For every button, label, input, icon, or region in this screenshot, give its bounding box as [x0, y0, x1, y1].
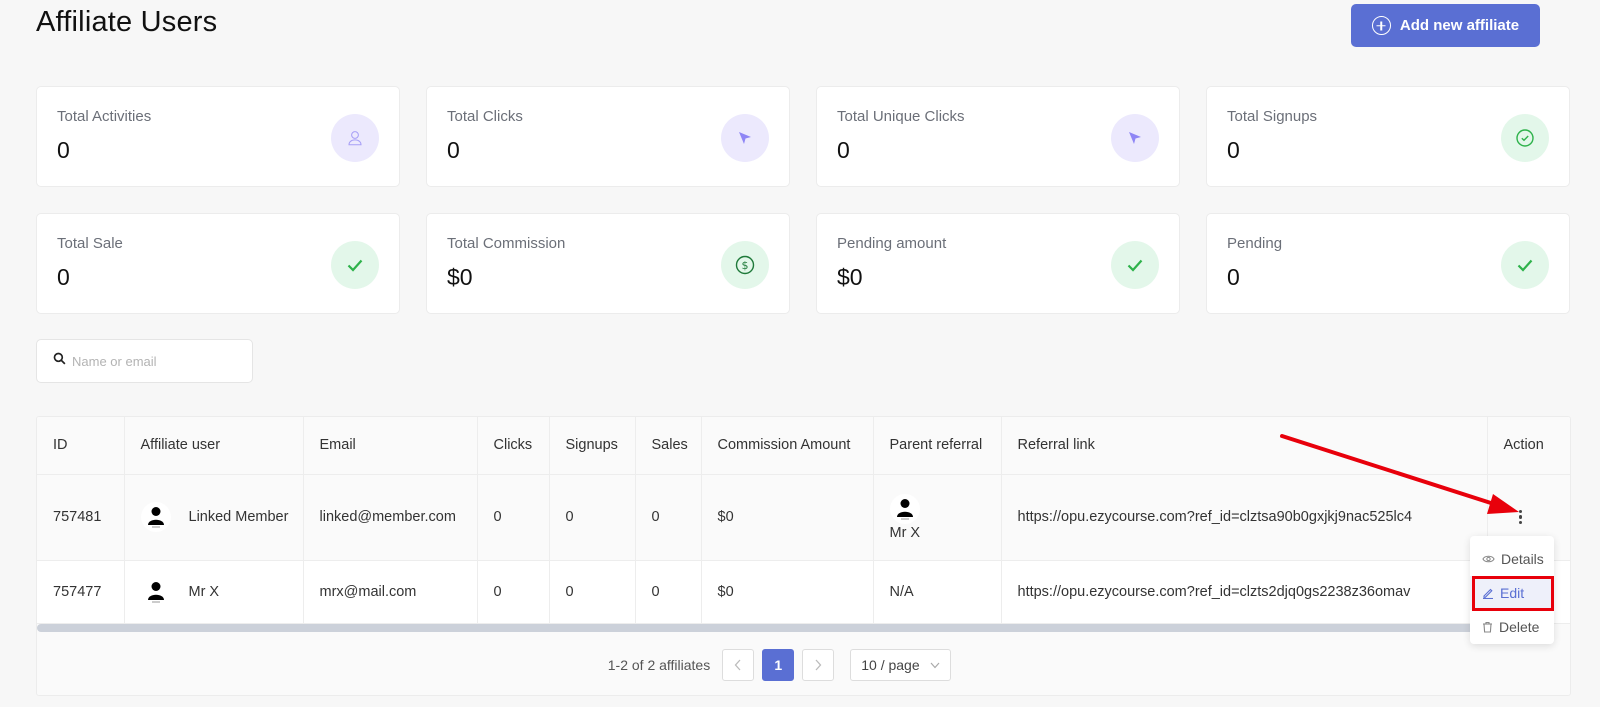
add-new-affiliate-label: Add new affiliate [1399, 17, 1520, 34]
search-input[interactable] [72, 353, 232, 369]
stat-label: Pending amount [837, 235, 947, 252]
next-page-button[interactable] [802, 649, 835, 681]
cell-commission: $0 [701, 474, 874, 561]
menu-item-delete[interactable]: Delete [1470, 610, 1554, 644]
cell-id: 757477 [37, 560, 125, 624]
column-header-signups: Signups [549, 417, 636, 475]
menu-item-label: Delete [1499, 619, 1540, 635]
cell-id: 757481 [37, 474, 125, 561]
pencil-icon [1483, 588, 1493, 599]
menu-item-details[interactable]: Details [1470, 542, 1554, 576]
stat-label: Total Activities [57, 108, 152, 125]
parent-referral-name: Mr X [889, 524, 921, 541]
stat-label: Pending [1227, 235, 1283, 252]
stat-card-pending-amount: Pending amount $0 [816, 213, 1180, 314]
cell-affiliate-user: Mr X [124, 560, 304, 624]
affiliates-table: ID Affiliate user Email Clicks Signups S… [36, 416, 1571, 696]
table-row: 757481 Linked Member linked@member.com 0… [37, 474, 1570, 561]
page-size-select[interactable]: 10 / page [850, 649, 952, 681]
cell-email: mrx@mail.com [303, 560, 478, 624]
pagination-summary: 1-2 of 2 affiliates [607, 657, 711, 673]
search-box[interactable] [36, 339, 253, 383]
stat-value: $0 [837, 264, 863, 290]
page-1-button[interactable]: 1 [762, 649, 795, 681]
stat-label: Total Commission [447, 235, 566, 252]
stat-card-total-activities: Total Activities 0 [36, 86, 400, 187]
column-header-email: Email [303, 417, 478, 475]
affiliate-name: Linked Member [188, 509, 289, 525]
avatar [140, 502, 171, 532]
menu-item-label: Edit [1500, 585, 1525, 601]
stat-card-total-commission: Total Commission $0 $ [426, 213, 790, 314]
table-row: 757477 Mr X mrx@mail.com 0 0 0 $0 N/A ht… [37, 560, 1570, 624]
page-title: Affiliate Users [36, 6, 218, 38]
cell-referral-link: https://opu.ezycourse.com?ref_id=clzts2d… [1001, 560, 1488, 624]
eye-icon [1482, 555, 1495, 563]
stat-value: 0 [57, 264, 70, 290]
stat-card-total-clicks: Total Clicks 0 [426, 86, 790, 187]
stat-label: Total Signups [1227, 108, 1318, 125]
action-dropdown-menu: Details Edit Delete [1470, 536, 1554, 644]
column-header-referral-link: Referral link [1001, 417, 1488, 475]
cell-affiliate-user: Linked Member [124, 474, 304, 561]
stat-label: Total Clicks [447, 108, 523, 125]
svg-text:$: $ [742, 259, 749, 272]
stat-value: 0 [57, 137, 70, 163]
chevron-down-icon [930, 662, 940, 668]
cell-commission: $0 [701, 560, 874, 624]
table-header-row: ID Affiliate user Email Clicks Signups S… [37, 417, 1570, 475]
prev-page-button[interactable] [722, 649, 755, 681]
menu-item-label: Details [1501, 551, 1544, 567]
affiliate-name: Mr X [188, 583, 220, 600]
plus-circle-icon [1371, 16, 1391, 35]
check-icon [1501, 241, 1549, 289]
trash-icon [1483, 621, 1492, 633]
user-icon [331, 114, 379, 162]
column-header-affiliate-user: Affiliate user [124, 417, 304, 475]
stat-value: 0 [1227, 137, 1240, 163]
cell-parent-referral: Mr X [873, 474, 1002, 561]
stat-value: 0 [837, 137, 850, 163]
avatar [889, 493, 920, 524]
menu-item-edit[interactable]: Edit [1470, 576, 1554, 611]
stat-value: 0 [447, 137, 460, 163]
stat-card-pending: Pending 0 [1206, 213, 1570, 314]
stat-value: 0 [1227, 264, 1240, 290]
stat-value: $0 [447, 264, 473, 290]
stat-card-total-sale: Total Sale 0 [36, 213, 400, 314]
cell-referral-link: https://opu.ezycourse.com?ref_id=clztsa9… [1001, 474, 1488, 561]
column-header-id: ID [37, 417, 125, 475]
check-icon [1111, 241, 1159, 289]
column-header-commission-amount: Commission Amount [701, 417, 874, 475]
check-icon [331, 241, 379, 289]
stat-label: Total Sale [57, 235, 123, 252]
cell-signups: 0 [549, 560, 636, 624]
cursor-pointer-icon [721, 114, 769, 162]
cell-sales: 0 [635, 560, 702, 624]
stat-label: Total Unique Clicks [837, 108, 965, 125]
stat-card-total-signups: Total Signups 0 [1206, 86, 1570, 187]
cell-clicks: 0 [477, 560, 550, 624]
column-header-action: Action [1487, 417, 1570, 475]
avatar [140, 576, 171, 607]
column-header-parent-referral: Parent referral [873, 417, 1002, 475]
cell-parent-referral: N/A [873, 560, 1002, 624]
cell-sales: 0 [635, 474, 702, 561]
search-icon [53, 352, 66, 370]
check-circle-icon [1501, 114, 1549, 162]
more-actions-icon[interactable] [1518, 509, 1524, 525]
cell-clicks: 0 [477, 474, 550, 561]
cell-signups: 0 [549, 474, 636, 561]
add-new-affiliate-button[interactable]: Add new affiliate [1351, 4, 1540, 47]
dollar-circle-icon: $ [721, 241, 769, 289]
cell-email: linked@member.com [303, 474, 478, 561]
cursor-pointer-icon [1111, 114, 1159, 162]
column-header-clicks: Clicks [477, 417, 550, 475]
page-size-value: 10 / page [861, 657, 920, 673]
horizontal-scrollbar[interactable] [37, 624, 1507, 632]
column-header-sales: Sales [635, 417, 702, 475]
pagination: 1-2 of 2 affiliates 1 10 / page [37, 649, 1570, 681]
stat-card-total-unique-clicks: Total Unique Clicks 0 [816, 86, 1180, 187]
